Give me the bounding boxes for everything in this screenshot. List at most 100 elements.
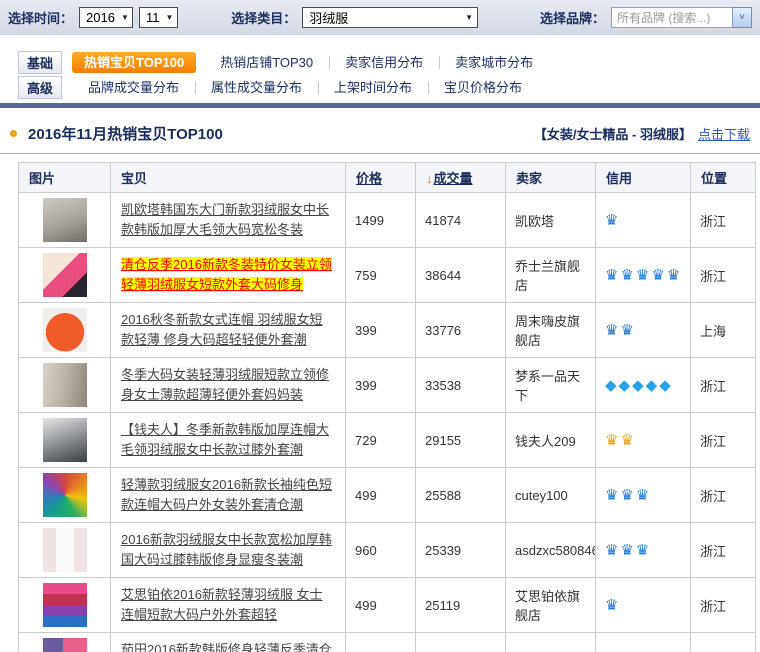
category-select[interactable]: 羽绒服 ▼: [302, 7, 478, 28]
item-price: 1499: [346, 193, 416, 248]
content-header: 2016年11月热销宝贝TOP100 【女装/女士精品 - 羽绒服】 点击下载: [0, 108, 760, 153]
item-thumbnail[interactable]: [43, 418, 87, 462]
seller-name: 乔士兰旗舰店: [506, 248, 596, 303]
blue-crown-icon: ♛: [605, 212, 618, 229]
brand-search-input[interactable]: [611, 7, 733, 28]
tab-seller-credit-distribution[interactable]: 卖家信用分布: [329, 52, 439, 73]
seller-location: 浙江: [691, 523, 756, 578]
item-thumbnail[interactable]: [43, 528, 87, 572]
table-row: 凯欧塔韩国东大门新款羽绒服女中长款韩版加厚大毛领大码宽松冬装 1499 4187…: [19, 193, 756, 248]
item-title-link[interactable]: 2016新款羽绒服女中长款宽松加厚韩国大码过膝韩版修身显瘦冬装潮: [121, 532, 332, 567]
seller-location: 浙江: [691, 248, 756, 303]
brand-filter-label: 选择品牌：: [540, 8, 605, 27]
item-price: 759: [346, 248, 416, 303]
table-row: 清仓反季2016新款冬装特价女装立领轻薄羽绒服女短款外套大码修身 759 386…: [19, 248, 756, 303]
advanced-tab-row: 高级 品牌成交量分布 属性成交量分布 上架时间分布 宝贝价格分布: [18, 75, 760, 100]
item-thumbnail[interactable]: [43, 253, 87, 297]
item-title-link[interactable]: 茄田2016新款韩版修身轻薄反季清仓羽绒服女短款连: [121, 642, 332, 652]
seller-name: 艾思铂依旗舰店: [506, 578, 596, 633]
table-header-row: 图片 宝贝 价格 ↓成交量 卖家 信用 位置: [19, 163, 756, 193]
seller-credit: ♛♛: [596, 303, 691, 358]
item-thumbnail[interactable]: [43, 308, 87, 352]
seller-location: 浙江: [691, 578, 756, 633]
blue-crown-icon: ♛: [605, 267, 618, 284]
item-price: [346, 633, 416, 652]
category-filter-label: 选择类目：: [231, 8, 296, 27]
item-thumbnail[interactable]: [43, 363, 87, 407]
item-title-link[interactable]: 冬季大码女装轻薄羽绒服短款立领修身女士薄款超薄轻便外套妈妈装: [121, 367, 329, 402]
col-header-sales[interactable]: ↓成交量: [416, 163, 506, 193]
seller-name: [506, 633, 596, 652]
seller-location: 浙江: [691, 413, 756, 468]
tab-item-price-distribution[interactable]: 宝贝价格分布: [428, 77, 538, 98]
blue-diamond-icon: ◆: [619, 377, 631, 394]
item-price: 729: [346, 413, 416, 468]
col-header-seller: 卖家: [506, 163, 596, 193]
tab-hot-shops-top30[interactable]: 热销店铺TOP30: [204, 52, 329, 73]
category-select-value: 羽绒服: [309, 8, 348, 27]
item-thumbnail[interactable]: [43, 198, 87, 242]
seller-location: 浙江: [691, 468, 756, 523]
seller-credit: ◆◆◆◆◆: [596, 358, 691, 413]
tab-navigation: 基础 热销宝贝TOP100 热销店铺TOP30 卖家信用分布 卖家城市分布 高级…: [0, 36, 760, 100]
seller-name: 钱夫人209: [506, 413, 596, 468]
blue-crown-icon: ♛: [620, 267, 633, 284]
advanced-group-label: 高级: [18, 76, 62, 99]
seller-location: 浙江: [691, 193, 756, 248]
brand-dropdown-button[interactable]: ˅: [733, 7, 752, 28]
year-select[interactable]: 2016 ▼: [79, 7, 133, 28]
filter-bar: 选择时间： 2016 ▼ 11 ▼ 选择类目： 羽绒服 ▼ 选择品牌： ˅: [0, 0, 760, 36]
blue-crown-icon: ♛: [667, 267, 680, 284]
item-thumbnail[interactable]: [43, 583, 87, 627]
item-price: 960: [346, 523, 416, 578]
blue-crown-icon: ♛: [636, 267, 649, 284]
basic-group-label: 基础: [18, 51, 62, 74]
blue-crown-icon: ♛: [605, 322, 618, 339]
item-thumbnail[interactable]: [43, 473, 87, 517]
blue-diamond-icon: ◆: [646, 377, 658, 394]
seller-credit: ♛♛: [596, 413, 691, 468]
tab-brand-volume-distribution[interactable]: 品牌成交量分布: [72, 77, 195, 98]
download-link[interactable]: 点击下载: [698, 124, 750, 143]
item-sales: 25588: [416, 468, 506, 523]
tab-listing-time-distribution[interactable]: 上架时间分布: [318, 77, 428, 98]
col-header-location: 位置: [691, 163, 756, 193]
table-row: 【钱夫人】冬季新款韩版加厚连帽大毛领羽绒服女中长款过膝外套潮 729 29155…: [19, 413, 756, 468]
month-select-value: 11: [146, 10, 160, 25]
gold-crown-icon: ♛: [605, 432, 618, 449]
blue-crown-icon: ♛: [605, 542, 618, 559]
blue-crown-icon: ♛: [620, 487, 633, 504]
seller-location: 上海: [691, 303, 756, 358]
brand-combobox: ˅: [611, 7, 752, 28]
item-sales: 25119: [416, 578, 506, 633]
month-select[interactable]: 11 ▼: [139, 7, 178, 28]
orange-bullet-icon: [10, 130, 17, 137]
seller-credit: ♛♛♛♛♛: [596, 248, 691, 303]
item-sales: 38644: [416, 248, 506, 303]
item-title-link[interactable]: 2016秋冬新款女式连帽 羽绒服女短款轻薄 修身大码超轻轻便外套潮: [121, 312, 323, 347]
header-rule: [0, 153, 760, 154]
seller-location: 浙江: [691, 358, 756, 413]
top100-table: 图片 宝贝 价格 ↓成交量 卖家 信用 位置 凯欧塔韩国东大门新款羽绒服女中长款…: [18, 162, 756, 652]
col-header-price[interactable]: 价格: [346, 163, 416, 193]
chevron-down-icon: ˅: [739, 12, 745, 23]
seller-location: [691, 633, 756, 652]
tab-attribute-volume-distribution[interactable]: 属性成交量分布: [195, 77, 318, 98]
seller-name: 梦系一品天下: [506, 358, 596, 413]
seller-credit: ♛♛♛: [596, 468, 691, 523]
table-row: 茄田2016新款韩版修身轻薄反季清仓羽绒服女短款连 ♛♛: [19, 633, 756, 652]
tab-hot-items-top100[interactable]: 热销宝贝TOP100: [72, 52, 196, 73]
item-title-link[interactable]: 艾思铂依2016新款轻薄羽绒服 女士连帽短款大码户外外套超轻: [121, 587, 323, 622]
table-row: 轻薄款羽绒服女2016新款长袖纯色短款连帽大码户外女装外套清仓潮 499 255…: [19, 468, 756, 523]
blue-crown-icon: ♛: [636, 487, 649, 504]
seller-credit: ♛: [596, 578, 691, 633]
blue-crown-icon: ♛: [651, 267, 664, 284]
item-title-link[interactable]: 【钱夫人】冬季新款韩版加厚连帽大毛领羽绒服女中长款过膝外套潮: [121, 422, 329, 457]
item-title-link[interactable]: 清仓反季2016新款冬装特价女装立领轻薄羽绒服女短款外套大码修身: [121, 257, 332, 292]
item-title-link[interactable]: 轻薄款羽绒服女2016新款长袖纯色短款连帽大码户外女装外套清仓潮: [121, 477, 332, 512]
item-title-link[interactable]: 凯欧塔韩国东大门新款羽绒服女中长款韩版加厚大毛领大码宽松冬装: [121, 202, 329, 237]
seller-name: asdzxc5808467: [506, 523, 596, 578]
tab-seller-city-distribution[interactable]: 卖家城市分布: [439, 52, 549, 73]
blue-diamond-icon: ◆: [605, 377, 617, 394]
item-thumbnail[interactable]: [43, 638, 87, 652]
